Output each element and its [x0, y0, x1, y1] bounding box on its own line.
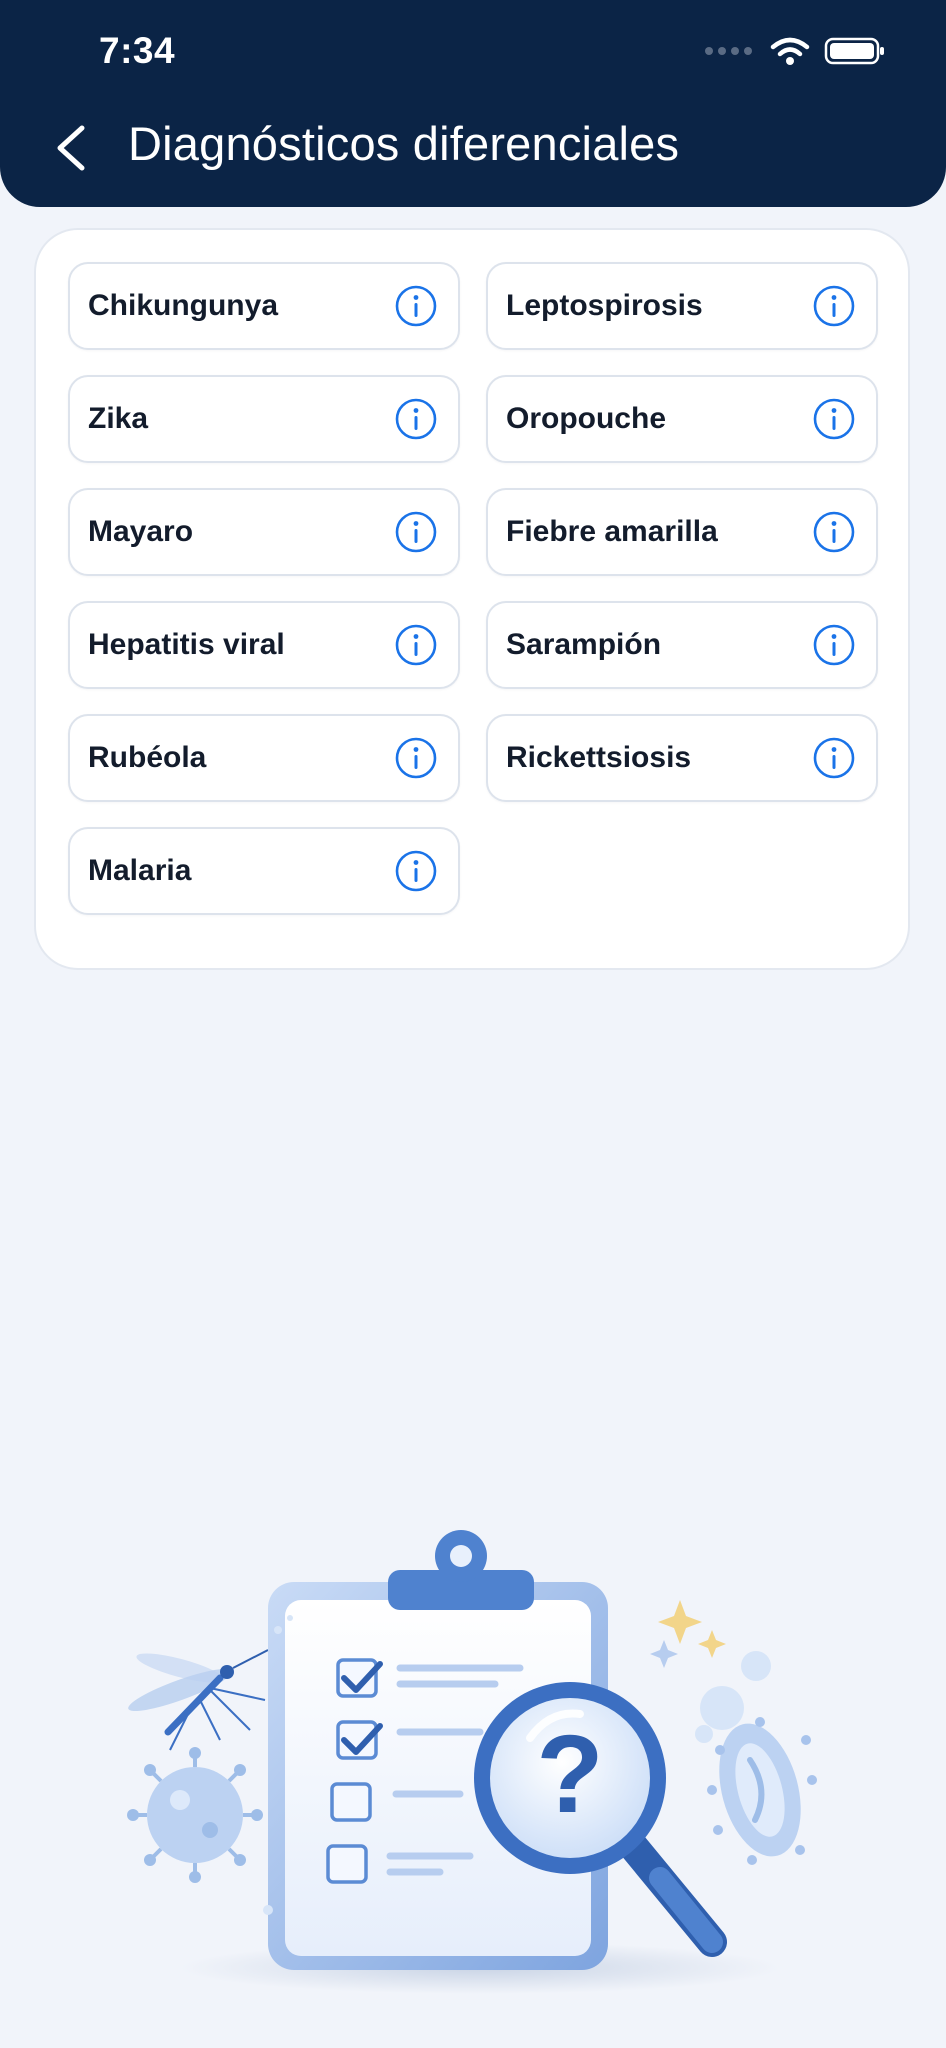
svg-text:?: ? — [536, 1713, 603, 1836]
clipboard-magnifier-illustration: ? — [127, 1530, 817, 1994]
info-icon[interactable] — [394, 623, 438, 667]
diagnosis-chip[interactable]: Rickettsiosis — [486, 714, 878, 802]
virus-icon — [127, 1747, 263, 1883]
info-icon[interactable] — [812, 510, 856, 554]
info-icon[interactable] — [394, 849, 438, 893]
diagnosis-chip[interactable]: Zika — [68, 375, 460, 463]
diagnosis-label: Zika — [88, 402, 149, 435]
diagnosis-label: Rubéola — [88, 741, 207, 774]
diagnosis-label: Chikungunya — [88, 289, 279, 322]
app-header: 7:34 Diagnósticos diferenciales — [0, 0, 946, 207]
signal-dots-icon — [705, 47, 752, 55]
diagnosis-chip[interactable]: Rubéola — [68, 714, 460, 802]
diagnosis-label: Malaria — [88, 854, 192, 887]
info-icon[interactable] — [812, 623, 856, 667]
diagnosis-chip[interactable]: Leptospirosis — [486, 262, 878, 350]
mosquito-icon — [128, 1649, 269, 1751]
page-title: Diagnósticos diferenciales — [128, 117, 680, 170]
diagnosis-chip[interactable]: Hepatitis viral — [68, 601, 460, 689]
diagnosis-chip[interactable]: Chikungunya — [68, 262, 460, 350]
diagnosis-label: Leptospirosis — [506, 289, 703, 322]
diagnosis-chip[interactable]: Sarampión — [486, 601, 878, 689]
info-icon[interactable] — [394, 284, 438, 328]
sparkle-icon — [650, 1600, 726, 1668]
diagnosis-label: Mayaro — [88, 515, 194, 548]
diagnosis-chip[interactable]: Malaria — [68, 827, 460, 915]
diagnosis-label: Sarampión — [506, 628, 662, 661]
info-icon[interactable] — [812, 284, 856, 328]
diagnosis-label: Hepatitis viral — [88, 628, 285, 661]
diagnosis-chip[interactable]: Mayaro — [68, 488, 460, 576]
wifi-icon — [770, 37, 810, 65]
diagnosis-label: Fiebre amarilla — [506, 515, 718, 548]
status-icons — [705, 36, 886, 66]
diagnoses-grid: Chikungunya Leptospirosis Zika Oropouche May… — [68, 262, 878, 915]
battery-icon — [824, 37, 884, 65]
info-icon[interactable] — [812, 736, 856, 780]
diagnoses-card: Chikungunya Leptospirosis Zika Oropouche May… — [34, 228, 910, 970]
diagnosis-label: Oropouche — [506, 402, 667, 435]
chevron-left-icon — [57, 125, 85, 171]
info-icon[interactable] — [394, 510, 438, 554]
info-icon[interactable] — [812, 397, 856, 441]
info-icon[interactable] — [394, 397, 438, 441]
status-time: 7:34 — [99, 30, 176, 71]
info-icon[interactable] — [394, 736, 438, 780]
diagnosis-label: Rickettsiosis — [506, 741, 692, 774]
diagnosis-chip[interactable]: Oropouche — [486, 375, 878, 463]
back-button[interactable] — [48, 118, 96, 178]
bacteria-icon — [707, 1717, 817, 1865]
diagnosis-chip[interactable]: Fiebre amarilla — [486, 488, 878, 576]
